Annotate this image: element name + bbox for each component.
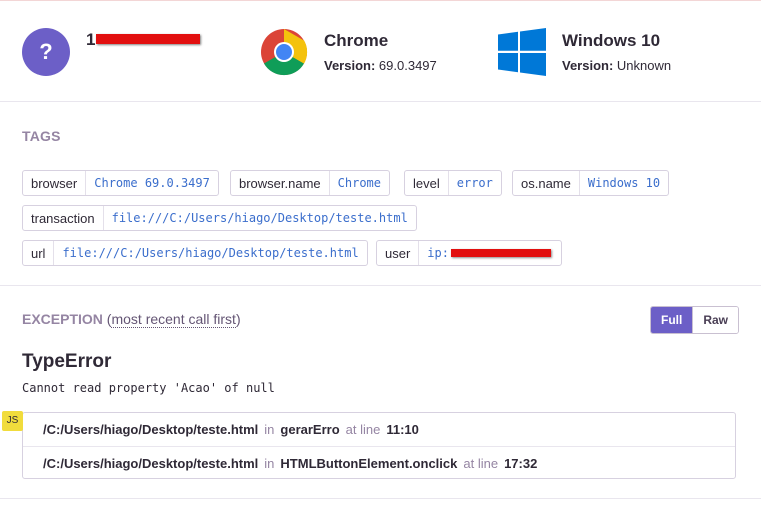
os-version-value: Unknown	[616, 58, 672, 73]
chrome-logo-icon	[261, 29, 308, 76]
os-name: Windows 10	[562, 31, 661, 50]
os-version-label: Version:	[562, 58, 614, 73]
full-button[interactable]: Full	[651, 307, 693, 333]
frame-line: 11:10	[386, 422, 419, 437]
tag-transaction[interactable]: transaction file:///C:/Users/hiago/Deskt…	[22, 205, 417, 231]
exception-subtitle-close: )	[235, 311, 241, 327]
section-divider	[0, 498, 761, 499]
os-context: Windows 10 Version: Unknown	[498, 28, 698, 80]
redaction-mark	[96, 34, 200, 44]
user-ip: 1	[86, 30, 96, 49]
tag-url[interactable]: url file:///C:/Users/hiago/Desktop/teste…	[22, 240, 368, 266]
tag-key: level	[405, 171, 449, 195]
exception-header: EXCEPTION (most recent call first)	[22, 311, 241, 328]
tag-key: browser.name	[231, 171, 330, 195]
frame-at-label: at line	[463, 455, 499, 471]
frame-in-label: in	[264, 455, 275, 471]
browser-version: Version: 69.0.3497	[324, 58, 437, 73]
tag-level[interactable]: level error	[404, 170, 502, 196]
frame-file: /C:/Users/hiago/Desktop/teste.html	[43, 455, 259, 471]
frame-function: gerarErro	[280, 422, 340, 437]
frame-line: 17:32	[504, 455, 538, 471]
tag-key: url	[23, 241, 55, 265]
tag-key: os.name	[513, 171, 580, 195]
tags-title: TAGS	[22, 128, 61, 144]
tag-key: user	[377, 241, 420, 265]
browser-context: Chrome Version: 69.0.3497	[260, 28, 460, 80]
raw-button[interactable]: Raw	[692, 307, 739, 333]
most-recent-call-first-link[interactable]: most recent call first	[111, 311, 236, 328]
exception-message: Cannot read property 'Acao' of null	[22, 381, 275, 395]
tag-browser[interactable]: browser Chrome 69.0.3497	[22, 170, 219, 196]
stacktrace-view-toggle: Full Raw	[650, 306, 740, 334]
exception-title: EXCEPTION	[22, 311, 103, 327]
tag-value[interactable]: file:///C:/Users/hiago/Desktop/teste.htm…	[54, 241, 366, 265]
tag-value[interactable]: file:///C:/Users/hiago/Desktop/teste.htm…	[104, 206, 416, 230]
platform-badge: JS	[2, 411, 23, 431]
exception-type: TypeError	[22, 351, 112, 372]
windows-logo-icon	[498, 28, 546, 76]
tag-value[interactable]: error	[449, 171, 501, 195]
tag-os-name[interactable]: os.name Windows 10	[512, 170, 670, 196]
redaction-mark	[451, 249, 551, 257]
tag-browser-name[interactable]: browser.name Chrome	[230, 170, 391, 196]
tag-value[interactable]: Chrome 69.0.3497	[86, 171, 218, 195]
frame-function: HTMLButtonElement.onclick	[280, 455, 458, 471]
tag-key: browser	[23, 171, 87, 195]
frame-file: /C:/Users/hiago/Desktop/teste.html	[43, 422, 259, 437]
browser-version-value: 69.0.3497	[378, 58, 437, 73]
stack-frame[interactable]: /C:/Users/hiago/Desktop/teste.html in ge…	[23, 413, 735, 446]
frame-at-label: at line	[345, 422, 381, 437]
browser-version-label: Version:	[324, 58, 376, 73]
context-summary: ? 1 Chrome Version: 69.0.3497 Windows 10…	[0, 4, 761, 102]
os-version: Version: Unknown	[562, 58, 671, 73]
question-avatar-icon: ?	[22, 28, 70, 76]
browser-name: Chrome	[324, 31, 389, 50]
frame-in-label: in	[264, 422, 275, 437]
tag-value[interactable]: Chrome	[330, 171, 389, 195]
stack-frame[interactable]: /C:/Users/hiago/Desktop/teste.html in HT…	[23, 446, 735, 479]
tag-key: transaction	[23, 206, 104, 230]
stacktrace-frames: /C:/Users/hiago/Desktop/teste.html in ge…	[22, 412, 736, 479]
section-divider	[0, 285, 761, 286]
tag-value[interactable]: Windows 10	[580, 171, 668, 195]
